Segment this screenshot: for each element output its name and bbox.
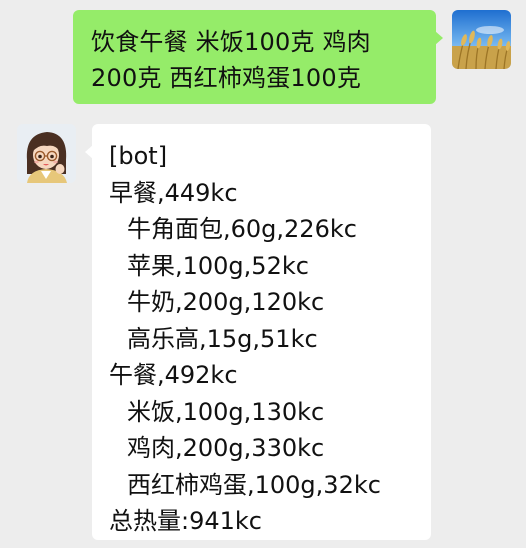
- total-calories: 总热量:941kc: [109, 507, 262, 535]
- wheat-field-avatar-icon[interactable]: [452, 10, 511, 69]
- breakfast-item: 苹果,100g,52kc: [127, 251, 309, 280]
- incoming-bubble[interactable]: [bot] 早餐,449kc 牛角面包,60g,226kc 苹果,100g,52…: [85, 124, 431, 540]
- lunch-total: 午餐,492kc: [109, 361, 238, 389]
- breakfast-total: 早餐,449kc: [109, 178, 238, 207]
- outgoing-message: 饮食午餐 米饭100克 鸡肉 200克 西红柿鸡蛋100克: [0, 0, 526, 120]
- breakfast-item: 牛奶,200g,120kc: [127, 288, 325, 316]
- message-line: 饮食午餐 米饭100克 鸡肉: [91, 28, 371, 56]
- bot-tag: [bot]: [109, 142, 168, 170]
- chat-area: 饮食午餐 米饭100克 鸡肉 200克 西红柿鸡蛋100克 [bot] 早餐,4…: [0, 0, 526, 548]
- breakfast-item: 高乐高,15g,51kc: [127, 324, 318, 353]
- outgoing-bubble[interactable]: 饮食午餐 米饭100克 鸡肉 200克 西红柿鸡蛋100克: [73, 10, 443, 104]
- lunch-item: 米饭,100g,130kc: [127, 397, 325, 426]
- breakfast-item: 牛角面包,60g,226kc: [127, 215, 357, 243]
- cartoon-girl-avatar-icon[interactable]: [17, 124, 76, 183]
- lunch-item: 鸡肉,200g,330kc: [127, 434, 325, 462]
- message-line: 200克 西红柿鸡蛋100克: [91, 64, 362, 92]
- lunch-item: 西红柿鸡蛋,100g,32kc: [127, 470, 381, 499]
